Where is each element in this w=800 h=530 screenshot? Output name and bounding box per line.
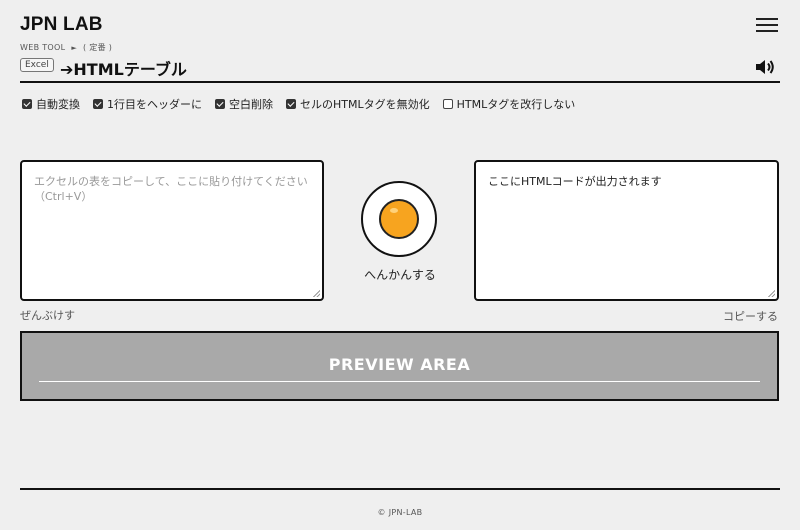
option-trim-spaces[interactable]: 空白削除: [215, 96, 279, 112]
breadcrumb: WEB TOOL ► ( 定番 ): [20, 42, 112, 53]
site-logo[interactable]: JPN LAB: [20, 14, 103, 36]
breadcrumb-separator: ►: [71, 43, 78, 52]
clear-all-button[interactable]: ぜんぶけす: [20, 307, 75, 323]
hamburger-menu-icon[interactable]: [756, 18, 778, 34]
egg-icon: [379, 199, 419, 239]
option-no-linebreak[interactable]: HTMLタグを改行しない: [442, 96, 576, 112]
resize-handle[interactable]: [313, 290, 320, 297]
preview-divider: [39, 381, 760, 382]
first-row-header-checkbox[interactable]: [93, 99, 103, 109]
option-label: セルのHTMLタグを無効化: [300, 98, 430, 111]
trim-spaces-checkbox[interactable]: [215, 99, 225, 109]
breadcrumb-item-standard[interactable]: ( 定番 ): [83, 42, 112, 53]
option-auto-convert[interactable]: 自動変換: [22, 96, 86, 112]
option-label: 空白削除: [229, 98, 273, 111]
speaker-icon[interactable]: [754, 57, 776, 77]
footer-divider: [20, 488, 780, 490]
no-linebreak-checkbox[interactable]: [442, 99, 453, 109]
footer-copyright: © JPN-LAB: [377, 508, 423, 517]
option-escape-html[interactable]: セルのHTMLタグを無効化: [286, 96, 436, 112]
output-placeholder: ここにHTMLコードが出力されます: [488, 175, 662, 188]
input-placeholder: エクセルの表をコピーして、ここに貼り付けてください（Ctrl+V）: [34, 175, 308, 203]
options-bar: 自動変換 1行目をヘッダーに 空白削除 セルのHTMLタグを無効化 HTMLタグ…: [22, 96, 575, 112]
preview-area: PREVIEW AREA: [20, 331, 779, 401]
escape-html-checkbox[interactable]: [286, 99, 296, 109]
preview-title: PREVIEW AREA: [328, 355, 471, 374]
title-divider: [20, 81, 780, 83]
auto-convert-checkbox[interactable]: [22, 99, 32, 109]
option-label: HTMLタグを改行しない: [456, 98, 576, 111]
option-first-row-header[interactable]: 1行目をヘッダーに: [93, 96, 208, 112]
excel-badge: Excel: [20, 58, 54, 72]
breadcrumb-item-web-tool[interactable]: WEB TOOL: [20, 43, 65, 52]
html-output-textarea[interactable]: ここにHTMLコードが出力されます: [474, 160, 779, 301]
copy-button[interactable]: コピーする: [723, 308, 778, 324]
resize-handle[interactable]: [768, 290, 775, 297]
option-label: 1行目をヘッダーに: [107, 98, 202, 111]
option-label: 自動変換: [36, 98, 80, 111]
excel-input-textarea[interactable]: エクセルの表をコピーして、ここに貼り付けてください（Ctrl+V）: [20, 160, 324, 301]
convert-button[interactable]: [361, 181, 437, 257]
page-title: ➔HTMLテーブル: [60, 60, 187, 79]
convert-label[interactable]: へんかんする: [340, 266, 460, 283]
